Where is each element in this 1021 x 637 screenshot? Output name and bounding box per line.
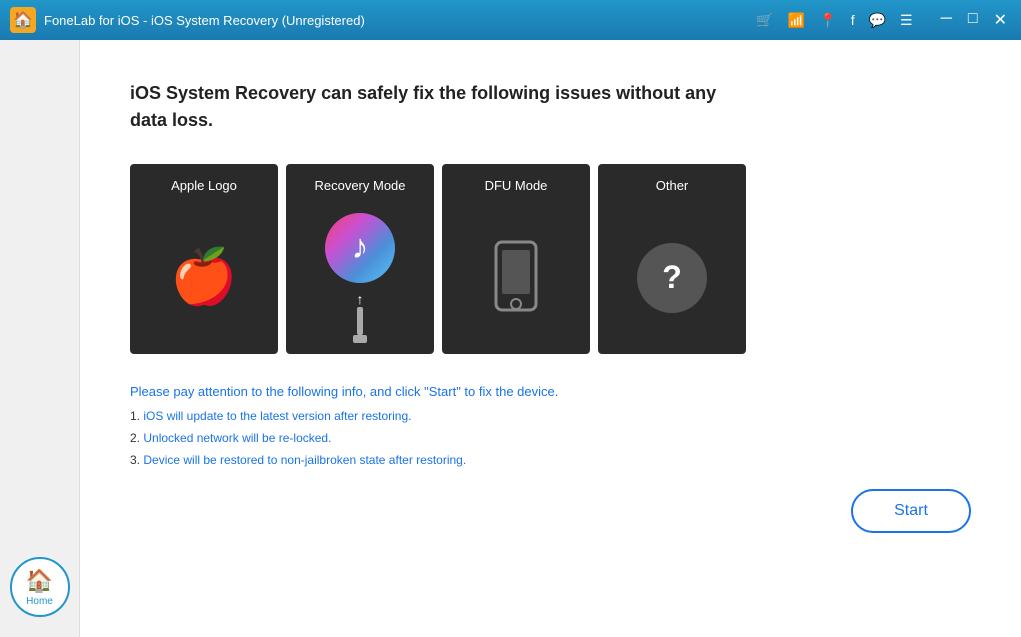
home-label: Home: [26, 596, 53, 607]
bottom-row: Start: [130, 489, 971, 533]
info-header-label: Please pay attention to the following in…: [130, 384, 558, 399]
minimize-button[interactable]: ─: [937, 10, 956, 30]
headline-text: iOS System Recovery can safely fix the f…: [130, 83, 716, 103]
mode-cards-row: Apple Logo 🍎 Recovery Mode ♪ ↑: [130, 164, 971, 354]
content-area: iOS System Recovery can safely fix the f…: [80, 40, 1021, 637]
dfu-mode-title: DFU Mode: [485, 178, 548, 193]
question-mark-icon: ?: [637, 243, 707, 313]
maximize-button[interactable]: □: [964, 10, 982, 30]
info-item-3: 3. Device will be restored to non-jailbr…: [130, 451, 971, 469]
dfu-mode-card[interactable]: DFU Mode: [442, 164, 590, 354]
facebook-icon[interactable]: f: [851, 12, 855, 28]
other-title: Other: [656, 178, 689, 193]
titlebar-icons: 🛒 📶 📍 f 💬 ☰ ─ □ ✕: [756, 10, 1011, 30]
apple-logo-card[interactable]: Apple Logo 🍎: [130, 164, 278, 354]
start-button[interactable]: Start: [851, 489, 971, 533]
pin-icon[interactable]: 📍: [819, 12, 836, 29]
chat-icon[interactable]: 💬: [869, 12, 886, 29]
home-button[interactable]: 🏠 Home: [10, 557, 70, 617]
sidebar: 🏠 Home: [0, 40, 80, 637]
dfu-mode-icon-area: [486, 211, 546, 344]
titlebar-controls: ─ □ ✕: [937, 10, 1011, 30]
recovery-mode-card[interactable]: Recovery Mode ♪ ↑: [286, 164, 434, 354]
cable-body: [357, 307, 363, 335]
titlebar: 🏠 FoneLab for iOS - iOS System Recovery …: [0, 0, 1021, 40]
info-section: Please pay attention to the following in…: [130, 384, 971, 469]
apple-logo-title: Apple Logo: [171, 178, 237, 193]
home-icon: 🏠: [26, 568, 53, 594]
recovery-wrapper: ♪ ↑: [325, 213, 395, 343]
cart-icon[interactable]: 🛒: [756, 12, 773, 29]
main-container: 🏠 Home iOS System Recovery can safely fi…: [0, 40, 1021, 637]
dfu-phone-icon: [486, 238, 546, 318]
question-text: ?: [662, 259, 682, 296]
titlebar-title: FoneLab for iOS - iOS System Recovery (U…: [44, 13, 365, 28]
close-button[interactable]: ✕: [990, 10, 1011, 30]
other-icon-area: ?: [637, 211, 707, 344]
cable-plug: [353, 335, 367, 343]
other-card[interactable]: Other ?: [598, 164, 746, 354]
apple-logo-icon: 🍎: [170, 246, 237, 309]
menu-icon[interactable]: ☰: [900, 12, 913, 29]
info-list: 1. iOS will update to the latest version…: [130, 407, 971, 469]
titlebar-left: 🏠 FoneLab for iOS - iOS System Recovery …: [10, 7, 365, 33]
headline: iOS System Recovery can safely fix the f…: [130, 80, 730, 134]
music-note-icon: ♪: [352, 228, 369, 267]
headline-text-2: data loss.: [130, 110, 213, 130]
recovery-mode-title: Recovery Mode: [314, 178, 405, 193]
info-item-2: 2. Unlocked network will be re-locked.: [130, 429, 971, 447]
cable-arrow-icon: ↑: [357, 291, 364, 307]
wifi-icon[interactable]: 📶: [788, 12, 805, 29]
app-logo: 🏠: [10, 7, 36, 33]
info-item-1: 1. iOS will update to the latest version…: [130, 407, 971, 425]
apple-logo-icon-area: 🍎: [170, 211, 237, 344]
info-header-text: Please pay attention to the following in…: [130, 384, 971, 399]
recovery-mode-icon-area: ♪ ↑: [325, 211, 395, 344]
cable-icon: ↑: [353, 291, 367, 343]
itunes-icon: ♪: [325, 213, 395, 283]
